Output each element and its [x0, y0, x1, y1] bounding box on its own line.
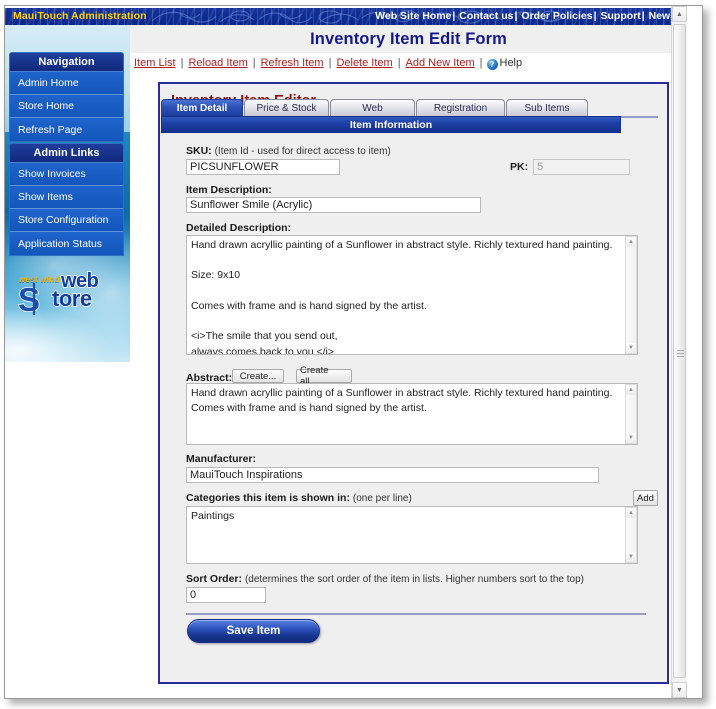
sort-order-hint: (determines the sort order of the item i… — [244, 574, 584, 585]
detailed-description-textarea[interactable]: Hand drawn acryllic painting of a Sunflo… — [186, 235, 638, 355]
scroll-down-arrow-icon[interactable]: ▼ — [672, 682, 687, 698]
scrollbar-thumb[interactable] — [673, 24, 686, 678]
sidebar-item-store-home[interactable]: Store Home — [10, 95, 123, 118]
site-banner: MauiTouch Administration Web Site Home| … — [5, 8, 687, 25]
scroll-up-arrow-icon[interactable]: ▲ — [672, 6, 687, 22]
sidebar-group-admin-links: Admin Links Show Invoices Show Items Sto… — [9, 143, 124, 256]
categories-add-button[interactable]: Add — [633, 490, 658, 506]
sku-input[interactable] — [186, 159, 340, 175]
sku-label: SKU: (Item Id - used for direct access t… — [186, 145, 391, 157]
sidebar-item-refresh-page[interactable]: Refresh Page — [10, 118, 123, 141]
categories-hint: (one per line) — [352, 493, 412, 504]
tab-web[interactable]: Web — [330, 99, 415, 116]
item-description-label: Item Description: — [186, 184, 272, 196]
sidebar-item-show-invoices[interactable]: Show Invoices — [10, 163, 123, 186]
main-content: Inventory Item Edit Form Item List | Reloa… — [130, 25, 687, 698]
pk-input — [533, 159, 630, 175]
toolbar-link-add-new-item[interactable]: Add New Item — [405, 57, 476, 69]
page-viewport: MauiTouch Administration Web Site Home| … — [5, 6, 687, 698]
manufacturer-input[interactable] — [186, 467, 599, 483]
footer-divider — [186, 613, 646, 615]
sort-order-label: Sort Order: (determines the sort order o… — [186, 573, 584, 585]
sidebar-item-admin-home[interactable]: Admin Home — [10, 72, 123, 95]
banner-links: Web Site Home| Contact us| Order Policie… — [375, 10, 680, 22]
sku-hint: (Item Id - used for direct access to ite… — [214, 146, 391, 157]
sidebar: Navigation Admin Home Store Home Refresh… — [5, 25, 130, 362]
browser-vertical-scrollbar[interactable]: ▲ ▼ — [671, 6, 687, 698]
tab-price-and-stock[interactable]: Price & Stock — [244, 99, 329, 116]
help-icon[interactable]: ? — [486, 59, 498, 70]
banner-link-contact-us[interactable]: Contact us — [459, 10, 513, 22]
sidebar-item-store-configuration[interactable]: Store Configuration — [10, 209, 123, 232]
toolbar-link-reload-item[interactable]: Reload Item — [187, 57, 248, 69]
save-item-button[interactable]: Save Item — [187, 619, 320, 643]
abstract-create-all-button[interactable]: Create all... — [296, 365, 352, 387]
categories-label: Categories this item is shown in: (one p… — [186, 492, 412, 504]
section-header-item-information: Item Information — [161, 116, 621, 133]
toolbar: Item List | Reload Item | Refresh Item | Delet… — [133, 57, 523, 70]
tabstrip: Item Detail Price & Stock Web Registrati… — [161, 99, 621, 116]
banner-link-order-policies[interactable]: Order Policies — [521, 10, 592, 22]
banner-title: MauiTouch Administration — [13, 10, 147, 22]
sidebar-item-show-items[interactable]: Show Items — [10, 186, 123, 209]
sidebar-item-application-status[interactable]: Application Status — [10, 232, 123, 255]
categories-textarea[interactable]: Paintings — [186, 506, 638, 564]
abstract-textarea[interactable]: Hand drawn acryllic painting of a Sunflo… — [186, 383, 638, 445]
manufacturer-label: Manufacturer: — [186, 453, 257, 465]
sidebar-group-header-admin-links: Admin Links — [10, 144, 123, 163]
toolbar-link-item-list[interactable]: Item List — [133, 57, 177, 69]
help-label[interactable]: Help — [500, 57, 523, 69]
tab-item-detail[interactable]: Item Detail — [161, 99, 243, 116]
tab-sub-items[interactable]: Sub Items — [506, 99, 588, 116]
pk-label: PK: — [510, 161, 529, 173]
item-description-input[interactable] — [186, 197, 481, 213]
toolbar-link-refresh-item[interactable]: Refresh Item — [260, 57, 325, 69]
sort-order-input[interactable] — [186, 587, 266, 603]
abstract-create-button[interactable]: Create... — [232, 369, 284, 383]
banner-link-web-site-home[interactable]: Web Site Home — [375, 10, 451, 22]
sidebar-group-header-navigation: Navigation — [10, 53, 123, 72]
scrollbar-grip-icon — [677, 350, 684, 359]
sidebar-group-navigation: Navigation Admin Home Store Home Refresh… — [9, 52, 124, 142]
page-title: Inventory Item Edit Form — [130, 25, 687, 53]
browser-window: MauiTouch Administration Web Site Home| … — [4, 5, 703, 699]
toolbar-link-delete-item[interactable]: Delete Item — [335, 57, 393, 69]
detailed-description-label: Detailed Description: — [186, 222, 292, 234]
tab-registration[interactable]: Registration — [416, 99, 505, 116]
banner-link-support[interactable]: Support — [600, 10, 640, 22]
